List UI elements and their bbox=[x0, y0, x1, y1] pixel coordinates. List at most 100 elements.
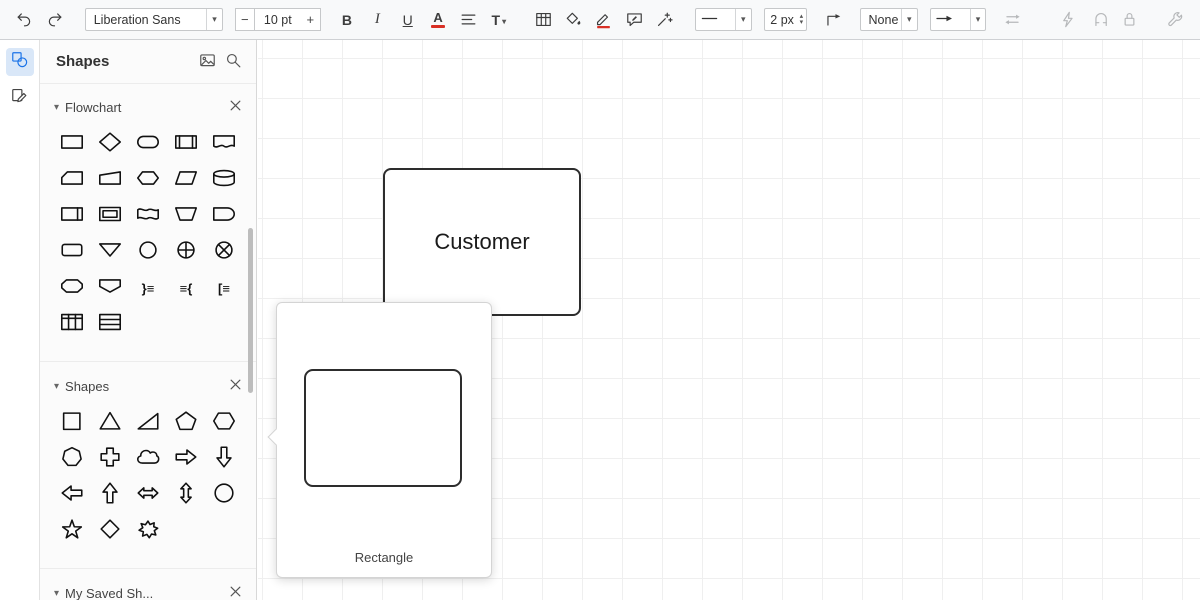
waypoints-button[interactable] bbox=[819, 6, 847, 34]
diagram-canvas[interactable]: Customer Rectangle bbox=[258, 40, 1200, 600]
section-my-saved: ▾ My Saved Sh... bbox=[40, 568, 256, 600]
line-width-spinner[interactable]: 2 px ▴ ▾ bbox=[763, 8, 808, 31]
align-button[interactable] bbox=[454, 6, 482, 34]
sidebar-title: Shapes bbox=[56, 53, 110, 70]
arrow-line-icon bbox=[935, 9, 954, 31]
font-family-select[interactable]: Liberation Sans ▾ bbox=[84, 8, 223, 31]
shape-connector[interactable] bbox=[129, 238, 167, 267]
chevron-down-icon: ▾ bbox=[900, 9, 917, 30]
section-label: My Saved Sh... bbox=[65, 585, 154, 600]
shape-annotation-bracket[interactable]: [≡ bbox=[205, 274, 243, 303]
summing-junction-icon bbox=[211, 237, 237, 268]
shape-internal-storage[interactable] bbox=[53, 202, 91, 231]
shape-star[interactable] bbox=[53, 517, 91, 546]
close-icon bbox=[226, 582, 245, 600]
shape-process-alt[interactable] bbox=[53, 238, 91, 267]
shape-frame[interactable] bbox=[91, 202, 129, 231]
merge-icon bbox=[97, 237, 123, 268]
shape-block-arrow-right[interactable] bbox=[167, 445, 205, 474]
shape-row-table[interactable] bbox=[91, 310, 129, 339]
canvas-node-customer[interactable]: Customer bbox=[383, 168, 581, 316]
shape-irregular-star[interactable] bbox=[129, 517, 167, 546]
close-icon bbox=[226, 96, 245, 118]
shape-cloud[interactable] bbox=[129, 445, 167, 474]
close-icon bbox=[226, 375, 245, 397]
shape-process[interactable] bbox=[53, 130, 91, 159]
section-header-flowchart[interactable]: ▾ Flowchart bbox=[40, 92, 256, 122]
bold-button[interactable]: B bbox=[333, 6, 361, 34]
shape-document[interactable] bbox=[205, 130, 243, 159]
text-options-button[interactable]: T ▾ bbox=[485, 6, 513, 34]
edit-style-button[interactable] bbox=[620, 6, 648, 34]
search-shapes-button[interactable] bbox=[220, 49, 246, 75]
shape-heptagon[interactable] bbox=[53, 445, 91, 474]
shape-annotation-right[interactable]: }≡ bbox=[129, 274, 167, 303]
arrow-style-select[interactable]: ▾ bbox=[929, 8, 987, 31]
shape-terminator[interactable] bbox=[129, 130, 167, 159]
shape-merge[interactable] bbox=[91, 238, 129, 267]
shape-manual-input[interactable] bbox=[91, 166, 129, 195]
section-header-my-saved[interactable]: ▾ My Saved Sh... bbox=[40, 578, 256, 600]
shape-hexagon[interactable] bbox=[205, 409, 243, 438]
shape-block-arrow-up[interactable] bbox=[91, 481, 129, 510]
section-header-shapes[interactable]: ▾ Shapes bbox=[40, 371, 256, 401]
preview-rectangle-shape bbox=[304, 369, 462, 487]
shape-manual-operation[interactable] bbox=[167, 202, 205, 231]
line-style-select[interactable]: ▾ bbox=[694, 8, 752, 31]
internal-storage-icon bbox=[59, 201, 85, 232]
insert-table-button[interactable] bbox=[529, 6, 557, 34]
shape-cross[interactable] bbox=[91, 445, 129, 474]
connection-select[interactable]: None ▾ bbox=[859, 8, 918, 31]
heptagon-icon bbox=[59, 444, 85, 475]
edit-style-icon bbox=[625, 10, 644, 29]
shape-annotation-left[interactable]: ≡{ bbox=[167, 274, 205, 303]
close-section-button[interactable] bbox=[224, 375, 246, 397]
shape-right-triangle[interactable] bbox=[129, 409, 167, 438]
shape-diamond[interactable] bbox=[91, 517, 129, 546]
autostyle-button[interactable] bbox=[650, 6, 678, 34]
waypoints-icon bbox=[824, 10, 843, 29]
font-size-increase-button[interactable]: + bbox=[300, 8, 321, 31]
shape-or-junction[interactable] bbox=[167, 238, 205, 267]
fill-color-button[interactable] bbox=[559, 6, 587, 34]
sidebar-scrollbar[interactable] bbox=[248, 228, 253, 393]
shape-square[interactable] bbox=[53, 409, 91, 438]
stepper-arrows-icon[interactable]: ▴ ▾ bbox=[800, 13, 807, 26]
font-size-decrease-button[interactable]: − bbox=[234, 8, 255, 31]
close-section-button[interactable] bbox=[224, 96, 246, 118]
insert-image-button[interactable] bbox=[194, 49, 220, 75]
shape-block-arrow-vertical[interactable] bbox=[167, 481, 205, 510]
shape-pentagon[interactable] bbox=[167, 409, 205, 438]
shape-data[interactable] bbox=[167, 166, 205, 195]
chevron-down-icon: ▾ bbox=[735, 9, 751, 30]
shape-block-arrow-horizontal[interactable] bbox=[129, 481, 167, 510]
shape-summing-junction[interactable] bbox=[205, 238, 243, 267]
sketch-icon bbox=[10, 86, 29, 110]
shape-decision[interactable] bbox=[91, 130, 129, 159]
line-color-button[interactable] bbox=[590, 6, 618, 34]
h-line-icon bbox=[700, 9, 719, 31]
shape-triangle[interactable] bbox=[91, 409, 129, 438]
shape-predefined-process[interactable] bbox=[167, 130, 205, 159]
shape-off-page-connector[interactable] bbox=[91, 274, 129, 303]
redo-button[interactable] bbox=[40, 6, 68, 34]
underline-button[interactable]: U bbox=[394, 6, 422, 34]
close-section-button[interactable] bbox=[224, 582, 246, 600]
shape-card[interactable] bbox=[53, 166, 91, 195]
font-color-button[interactable]: A bbox=[424, 6, 452, 34]
shape-block-arrow-left[interactable] bbox=[53, 481, 91, 510]
database-icon bbox=[211, 165, 237, 196]
shape-preparation[interactable] bbox=[129, 166, 167, 195]
sketch-panel-button[interactable] bbox=[6, 84, 34, 112]
italic-button[interactable]: I bbox=[363, 6, 391, 34]
shape-column-table[interactable] bbox=[53, 310, 91, 339]
undo-button[interactable] bbox=[10, 6, 38, 34]
shape-database[interactable] bbox=[205, 166, 243, 195]
shape-block-arrow-down[interactable] bbox=[205, 445, 243, 474]
shape-delay[interactable] bbox=[205, 202, 243, 231]
shape-tape[interactable] bbox=[129, 202, 167, 231]
shapes-panel-button[interactable] bbox=[5, 48, 34, 76]
chevron-down-icon: ▾ bbox=[206, 9, 222, 30]
shape-circle[interactable] bbox=[205, 481, 243, 510]
shape-loop-limit[interactable] bbox=[53, 274, 91, 303]
